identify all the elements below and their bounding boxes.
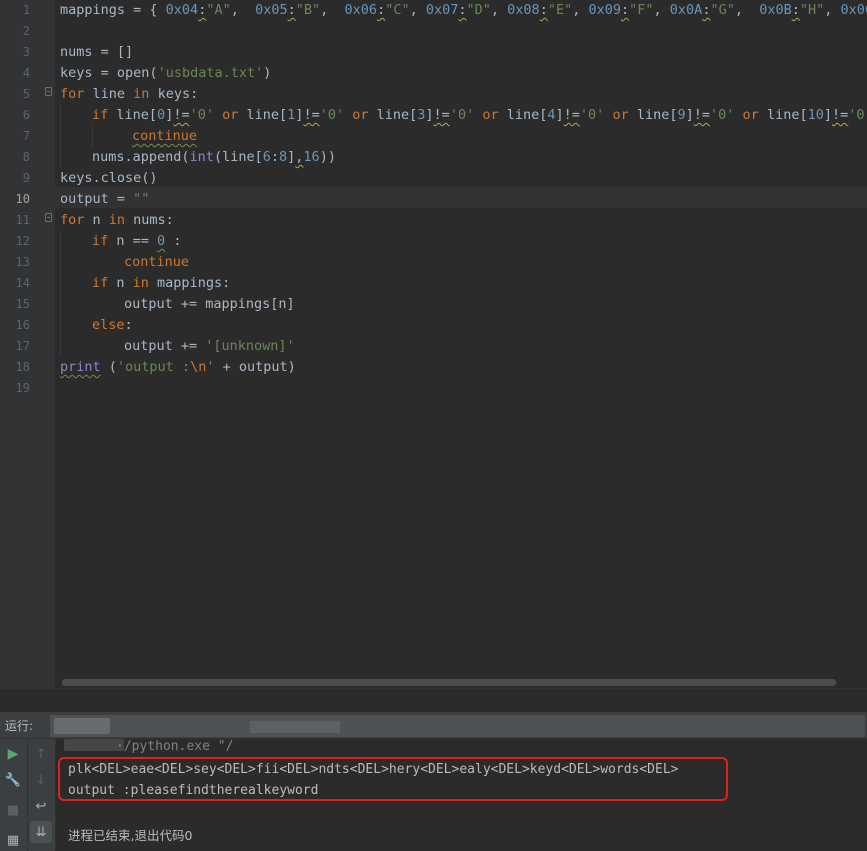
fold-toggle-icon[interactable] [45,213,52,222]
code-text-area[interactable]: mappings = { 0x04:"A", 0x05:"B", 0x06:"C… [60,0,867,688]
code-line-14: if n in mappings: [92,275,231,291]
line-number: 3 [22,45,30,59]
line-number: 19 [15,381,30,395]
stop-icon: ■ [6,802,20,818]
code-line-15: output += mappings[n] [124,296,295,312]
line-number-gutter: 1 2 3 4 5 6 7 8 9 10 11 12 13 14 15 16 1… [0,0,55,688]
indent-guide [60,105,61,168]
code-line-7: continue [132,128,198,144]
code-line-4: keys = open('usbdata.txt') [60,65,272,81]
scroll-up-button[interactable]: ↑ [30,743,52,765]
grid-icon: ▦ [6,832,20,848]
scroll-to-end-button[interactable]: ⇊ [30,821,52,843]
annotation-highlight-box [58,757,728,801]
line-number: 1 [22,3,30,17]
line-number: 11 [15,213,30,227]
horizontal-scrollbar[interactable] [62,679,836,686]
redacted-block [54,718,110,734]
code-line-11: for n in nums: [60,212,174,228]
code-line-8: nums.append(int(line[6:8],16)) [92,149,336,165]
code-line-5: for line in keys: [60,86,199,102]
code-line-10: output = "" [60,191,150,207]
code-editor[interactable]: 1 2 3 4 5 6 7 8 9 10 11 12 13 14 15 16 1… [0,0,867,688]
code-line-6: if line[0]!='0' or line[1]!='0' or line[… [92,107,867,123]
line-number: 18 [15,360,30,374]
code-line-3: nums = [] [60,44,134,60]
line-number: 17 [15,339,30,353]
line-number: 13 [15,255,30,269]
panel-divider[interactable] [0,688,867,713]
code-line-13: continue [124,254,190,270]
code-line-12: if n == 0 : [92,233,182,249]
process-exit-message: 进程已结束,退出代码0 [68,828,193,843]
indent-guide [60,231,61,357]
line-number: 15 [15,297,30,311]
wrench-icon: 🔧 [4,772,22,788]
code-line-9: keys.close() [60,170,158,186]
run-config-tab[interactable] [50,715,865,737]
code-line-18: print ('output :\n' + output) [60,359,296,375]
line-number: 14 [15,276,30,290]
scroll-down-button[interactable]: ↓ [30,769,52,791]
soft-wrap-button[interactable]: ↩ [30,795,52,817]
rerun-button[interactable]: ▶ [2,743,24,765]
play-icon: ▶ [7,746,19,762]
redacted-block [250,721,340,733]
line-number: 4 [22,66,30,80]
line-number: 7 [22,129,30,143]
run-panel-header: 运行: [0,712,867,739]
code-line-16: else: [92,317,133,333]
line-number: 5 [22,87,30,101]
arrow-down-icon: ↓ [35,772,47,788]
line-number: 2 [22,24,30,38]
scroll-end-icon: ⇊ [35,824,47,840]
wrap-icon: ↩ [35,798,47,814]
run-label: 运行: [5,719,34,733]
stop-button[interactable]: ■ [2,799,24,821]
line-number: 12 [15,234,30,248]
indent-guide [92,126,93,147]
code-line-17: output += '[unknown]' [124,338,295,354]
redacted-block [64,739,124,751]
line-number: 8 [22,150,30,164]
layout-button[interactable]: ▦ [2,829,24,851]
console-partial-line: ·/python.exe "/ [116,739,234,754]
line-number: 9 [22,171,30,185]
run-toolbar-left: ▶ 🔧 ■ ▦ [0,739,28,851]
arrow-up-icon: ↑ [35,746,47,762]
run-toolbar-right: ↑ ↓ ↩ ⇊ [28,739,56,851]
line-number: 16 [15,318,30,332]
code-line-1: mappings = { 0x04:"A", 0x05:"B", 0x06:"C… [60,2,867,18]
fold-toggle-icon[interactable] [45,87,52,96]
settings-button[interactable]: 🔧 [2,769,24,791]
line-number: 6 [22,108,30,122]
line-number-active: 10 [15,192,30,206]
